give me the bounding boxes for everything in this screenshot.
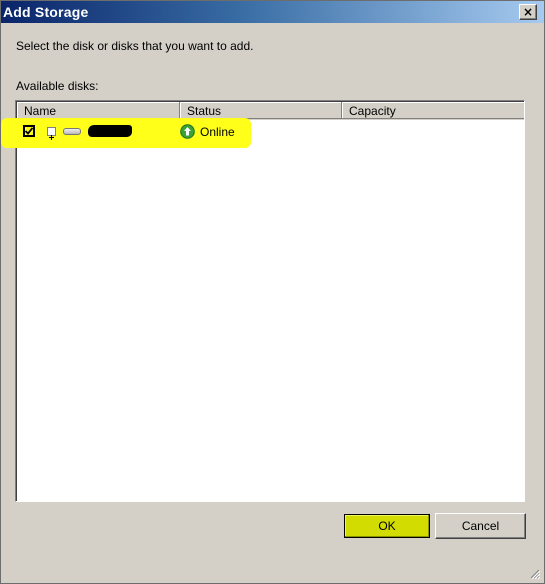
disk-status: Online bbox=[200, 125, 235, 139]
online-arrow-icon bbox=[180, 124, 195, 139]
add-storage-dialog: Add Storage × Select the disk or disks t… bbox=[0, 0, 545, 584]
disk-name-redacted[interactable] bbox=[88, 125, 132, 137]
title-bar[interactable]: Add Storage × bbox=[1, 1, 544, 23]
column-header-capacity[interactable]: Capacity bbox=[342, 102, 524, 119]
checkmark-icon bbox=[25, 127, 33, 135]
dialog-title: Add Storage bbox=[3, 4, 89, 20]
cancel-button[interactable]: Cancel bbox=[435, 513, 526, 539]
disk-icon bbox=[63, 128, 81, 135]
ok-button[interactable]: OK bbox=[344, 514, 430, 538]
instruction-text: Select the disk or disks that you want t… bbox=[16, 39, 254, 53]
close-icon: × bbox=[522, 5, 534, 19]
close-button[interactable]: × bbox=[519, 4, 537, 20]
resize-grip-icon[interactable] bbox=[528, 567, 540, 579]
plus-icon bbox=[49, 135, 54, 140]
column-header-status[interactable]: Status bbox=[180, 102, 342, 119]
expand-toggle[interactable] bbox=[47, 127, 56, 140]
available-disks-label: Available disks: bbox=[16, 79, 99, 93]
disks-list-view[interactable]: Name Status Capacity bbox=[15, 100, 525, 502]
disk-checkbox[interactable] bbox=[23, 125, 35, 137]
column-header-name[interactable]: Name bbox=[17, 102, 180, 119]
